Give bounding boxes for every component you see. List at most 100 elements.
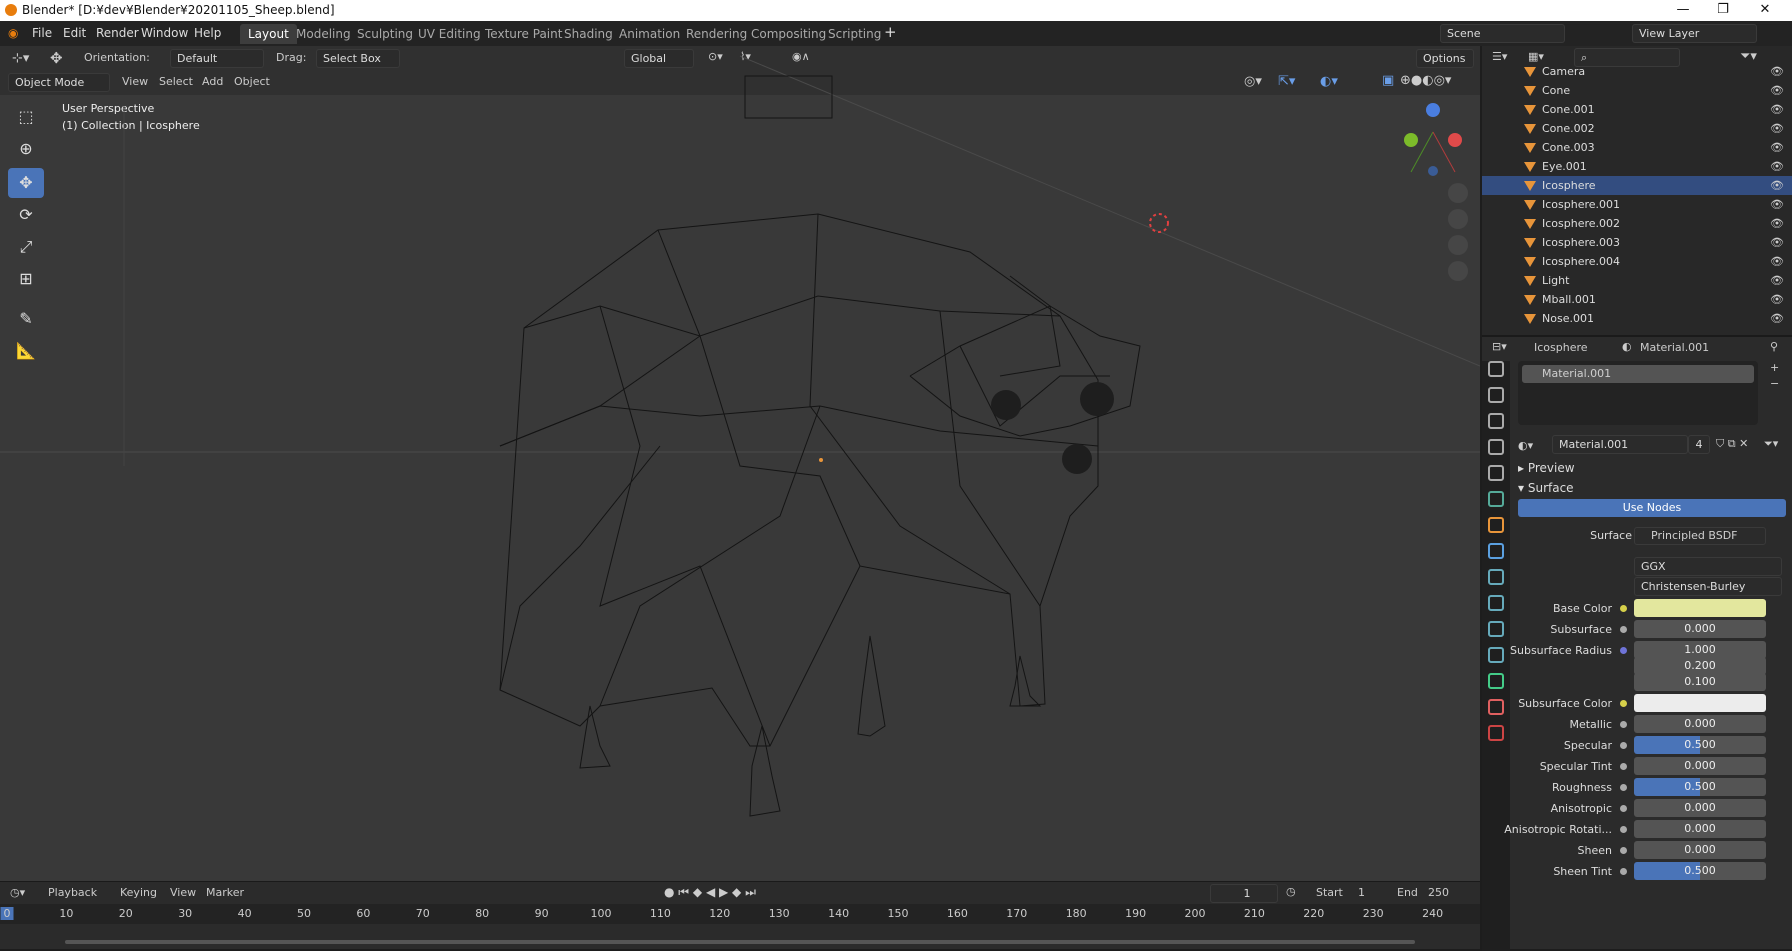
outliner-item[interactable]: Mball.001 👁 [1482, 290, 1792, 309]
field-value[interactable]: 0.500 [1634, 736, 1766, 754]
frame-ruler[interactable]: 0 10 20 30 40 50 60 70 80 90 100 110 120 130 140 150 160… [0, 904, 1480, 924]
menu-file[interactable]: File [32, 26, 52, 40]
close-icon[interactable]: ✕ [1750, 2, 1780, 17]
outliner-item[interactable]: Cone.002 👁 [1482, 119, 1792, 138]
socket-icon[interactable] [1620, 647, 1627, 654]
outliner-item[interactable]: Icosphere.004 👁 [1482, 252, 1792, 271]
socket-icon[interactable] [1620, 605, 1627, 612]
end-value[interactable]: 250 [1428, 886, 1449, 899]
outliner-item[interactable]: Cone 👁 [1482, 81, 1792, 100]
eye-icon[interactable]: 👁 [1770, 233, 1784, 252]
fake-user-icon[interactable]: ⛉ ⧉ ✕ [1716, 437, 1748, 451]
tab-modeling[interactable]: Modeling [288, 24, 359, 44]
field-value[interactable]: 0.500 [1634, 862, 1766, 880]
socket-icon[interactable] [1620, 868, 1627, 875]
distribution-dropdown[interactable]: GGX [1634, 557, 1782, 576]
outliner-item[interactable]: Light 👁 [1482, 271, 1792, 290]
socket-icon[interactable] [1620, 721, 1627, 728]
current-frame-field[interactable]: 1 [1210, 884, 1278, 903]
eye-icon[interactable]: 👁 [1770, 157, 1784, 176]
outliner-item[interactable]: Icosphere 👁 [1482, 176, 1792, 195]
tab-animation[interactable]: Animation [611, 24, 688, 44]
material-users-count[interactable]: 4 [1688, 435, 1710, 454]
properties-tab-icon[interactable] [1488, 491, 1504, 507]
tab-scripting[interactable]: Scripting [820, 24, 889, 44]
socket-icon[interactable] [1620, 700, 1627, 707]
field-value[interactable] [1634, 694, 1766, 712]
field-value[interactable]: 0.500 [1634, 778, 1766, 796]
socket-icon[interactable] [1620, 805, 1627, 812]
properties-tab-icon[interactable] [1488, 439, 1504, 455]
field-value[interactable]: 0.000 [1634, 715, 1766, 733]
eye-icon[interactable]: 👁 [1770, 290, 1784, 309]
outliner-item[interactable]: Camera 👁 [1482, 62, 1792, 81]
outliner-item[interactable]: Nose.001 👁 [1482, 309, 1792, 328]
properties-tab-icon[interactable] [1488, 569, 1504, 585]
field-value[interactable]: 0.000 [1634, 841, 1766, 859]
material-slot-list[interactable]: Material.001 [1518, 361, 1758, 425]
material-slot[interactable]: Material.001 [1522, 365, 1754, 383]
add-slot-icon[interactable]: + [1770, 361, 1779, 374]
field-value[interactable] [1634, 599, 1766, 617]
eye-icon[interactable]: 👁 [1770, 252, 1784, 271]
outliner-item[interactable]: Icosphere.003 👁 [1482, 233, 1792, 252]
eye-icon[interactable]: 👁 [1770, 214, 1784, 233]
field-value[interactable]: 0.000 [1634, 757, 1766, 775]
socket-icon[interactable] [1620, 763, 1627, 770]
eye-icon[interactable]: 👁 [1770, 119, 1784, 138]
preview-panel-header[interactable]: ▸ Preview [1518, 461, 1575, 475]
add-workspace-icon[interactable]: + [884, 23, 897, 41]
remove-slot-icon[interactable]: − [1770, 377, 1779, 390]
properties-tab-icon[interactable] [1488, 465, 1504, 481]
field-value[interactable]: 0.000 [1634, 620, 1766, 638]
eye-icon[interactable]: 👁 [1770, 309, 1784, 328]
socket-icon[interactable] [1620, 626, 1627, 633]
properties-tab-icon[interactable] [1488, 361, 1504, 377]
eye-icon[interactable]: 👁 [1770, 100, 1784, 119]
clock-icon[interactable]: ◷ [1286, 885, 1296, 898]
socket-icon[interactable] [1620, 826, 1627, 833]
outliner-item[interactable]: Icosphere.002 👁 [1482, 214, 1792, 233]
menu-window[interactable]: Window [141, 26, 188, 40]
timeline-view-menu[interactable]: View [170, 886, 196, 899]
field-value[interactable]: 0.100 [1634, 673, 1766, 691]
surface-shader-field[interactable]: Principled BSDF [1634, 527, 1766, 545]
eye-icon[interactable]: 👁 [1770, 138, 1784, 157]
eye-icon[interactable]: 👁 [1770, 195, 1784, 214]
menu-help[interactable]: Help [194, 26, 221, 40]
marker-menu[interactable]: Marker [206, 886, 244, 899]
menu-render[interactable]: Render [96, 26, 139, 40]
minimize-icon[interactable]: — [1668, 2, 1698, 17]
properties-tab-icon[interactable] [1488, 413, 1504, 429]
properties-tab-icon[interactable] [1488, 543, 1504, 559]
view-layer-field[interactable]: View Layer [1632, 24, 1757, 43]
timeline-editor-icon[interactable]: ◷▾ [10, 886, 25, 899]
playback-menu[interactable]: Playback [48, 886, 97, 899]
field-value[interactable]: 0.000 [1634, 799, 1766, 817]
field-value[interactable]: 0.000 [1634, 820, 1766, 838]
blender-menu-icon[interactable]: ◉ [8, 26, 18, 40]
pin-icon[interactable]: ⚲ [1770, 340, 1778, 353]
surface-panel-header[interactable]: ▾ Surface [1518, 481, 1574, 495]
playback-controls-icon[interactable]: ● ⏮ ◆ ◀ ▶ ◆ ⏭ [664, 885, 756, 900]
socket-icon[interactable] [1620, 847, 1627, 854]
material-name-field[interactable]: Material.001 [1552, 435, 1688, 454]
outliner-item[interactable]: Icosphere.001 👁 [1482, 195, 1792, 214]
eye-icon[interactable]: 👁 [1770, 62, 1784, 81]
properties-editor-icon[interactable]: ⊟▾ [1492, 340, 1507, 353]
maximize-icon[interactable]: ❐ [1708, 2, 1738, 17]
keying-menu[interactable]: Keying [120, 886, 157, 899]
socket-icon[interactable] [1620, 742, 1627, 749]
node-link-icon[interactable]: ⏷▾ [1764, 437, 1778, 451]
start-value[interactable]: 1 [1358, 886, 1365, 899]
eye-icon[interactable]: 👁 [1770, 271, 1784, 290]
use-nodes-button[interactable]: Use Nodes [1518, 499, 1786, 517]
eye-icon[interactable]: 👁 [1770, 176, 1784, 195]
scene-field[interactable]: Scene [1440, 24, 1565, 43]
outliner-item[interactable]: Cone.001 👁 [1482, 100, 1792, 119]
socket-icon[interactable] [1620, 784, 1627, 791]
subsurface-method-dropdown[interactable]: Christensen-Burley [1634, 577, 1782, 596]
menu-edit[interactable]: Edit [63, 26, 86, 40]
timeline-scrollbar[interactable] [65, 940, 1415, 944]
eye-icon[interactable]: 👁 [1770, 81, 1784, 100]
